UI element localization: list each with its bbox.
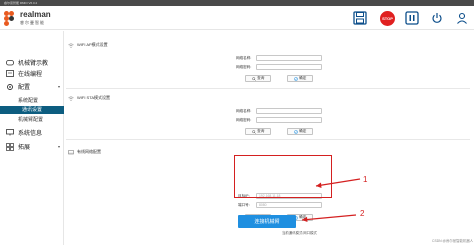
sidebar: 机械臂示教 在线编程 配置 ▾ 系统配置 通讯设置 机械臂配置 系统信息 拓展 … (0, 31, 64, 245)
brand-name: realman (20, 10, 51, 19)
confirm-icon (293, 129, 298, 134)
wifi-sta-pass-input[interactable] (256, 117, 322, 123)
wifi-ap-name-input[interactable] (256, 55, 322, 61)
pause-button[interactable] (404, 10, 420, 26)
stop-label: STOP (382, 16, 393, 21)
annotation-arrow-1 (315, 178, 361, 188)
emergency-stop-button[interactable]: STOP (380, 11, 395, 26)
wifi-ap-section: WIFI AP模式设置 网络名称: 网络密码: 查询 确定 (66, 33, 470, 89)
annotation-number-1: 1 (363, 175, 368, 184)
power-button[interactable] (429, 10, 445, 26)
save-button[interactable] (352, 10, 368, 26)
annotation-arrow-2 (301, 214, 357, 222)
grid-icon (6, 142, 14, 151)
top-toolbar: realman 睿尔曼智能 STOP (0, 6, 474, 30)
gamepad-icon (6, 59, 14, 67)
sidebar-item-label: 拓展 (18, 145, 31, 151)
sidebar-subitem-comm-settings[interactable]: 通讯设置 (0, 106, 64, 114)
wifi-sta-query-button[interactable]: 查询 (245, 128, 271, 135)
sidebar-item-label: 系统信息 (18, 131, 43, 137)
wifi-icon (68, 96, 74, 101)
pause-icon (405, 11, 419, 25)
wifi-ap-pass-label: 网络密码: (236, 65, 252, 69)
sidebar-item-config[interactable]: 配置 ▾ (0, 81, 64, 92)
confirm-icon (293, 76, 298, 81)
gear-icon (6, 83, 14, 91)
wifi-sta-section: WIFI STA模式设置 网络名称: 网络密码: 查询 确定 (66, 90, 470, 140)
wifi-ap-name-label: 网络名称: (236, 56, 252, 60)
sidebar-item-label: 配置 (18, 85, 31, 91)
chevron-down-icon: ▾ (57, 84, 60, 89)
monitor-icon (6, 129, 14, 137)
wifi-sta-pass-label: 网络密码: (236, 118, 252, 122)
wifi-ap-title: WIFI AP模式设置 (77, 42, 108, 47)
search-icon (251, 76, 256, 81)
logo-mark-icon (4, 11, 18, 26)
sidebar-item-label: 机械臂示教 (18, 61, 49, 67)
ethernet-icon (68, 149, 74, 154)
user-button[interactable] (454, 10, 470, 26)
connect-arm-button[interactable]: 连接机械臂 (238, 215, 296, 228)
watermark: CSDN @睿尔曼智能机器人 (432, 239, 474, 243)
sidebar-subitem-system-config[interactable]: 系统配置 (0, 97, 64, 105)
wifi-ap-pass-input[interactable] (256, 64, 322, 70)
wifi-ap-confirm-button[interactable]: 确定 (287, 75, 313, 82)
wifi-icon (68, 43, 74, 48)
search-icon (251, 129, 256, 134)
wifi-sta-confirm-button[interactable]: 确定 (287, 128, 313, 135)
power-icon (432, 13, 442, 23)
ethernet-port-label: 端口号: (238, 203, 250, 207)
sidebar-item-label: 在线编程 (18, 72, 43, 78)
brand-logo: realman 睿尔曼智能 (4, 9, 64, 27)
wifi-sta-title: WIFI STA模式设置 (77, 95, 111, 100)
chevron-down-icon: ▾ (57, 144, 60, 149)
sidebar-item-extend[interactable]: 拓展 ▾ (0, 141, 64, 152)
sidebar-item-programming[interactable]: 在线编程 (0, 68, 64, 79)
code-icon (6, 70, 14, 78)
wifi-ap-query-button[interactable]: 查询 (245, 75, 271, 82)
save-icon (353, 11, 367, 25)
sidebar-item-teach[interactable]: 机械臂示教 (0, 57, 64, 68)
ethernet-title: 有线网络配置 (77, 149, 101, 154)
wifi-sta-name-input[interactable] (256, 108, 322, 114)
sidebar-item-system-info[interactable]: 系统信息 (0, 127, 64, 138)
comm-mode-hint: 当前通讯模式:网口模式 (282, 231, 317, 235)
annotation-number-2: 2 (360, 209, 365, 218)
brand-sub: 睿尔曼智能 (20, 20, 45, 25)
comm-settings-panel: WIFI AP模式设置 网络名称: 网络密码: 查询 确定 WIFI STA模式… (66, 33, 470, 245)
ethernet-port-input[interactable]: 8080 (256, 202, 322, 208)
wifi-sta-name-label: 网络名称: (236, 109, 252, 113)
user-icon (457, 12, 467, 24)
sidebar-subitem-arm-config[interactable]: 机械臂配置 (0, 116, 64, 124)
